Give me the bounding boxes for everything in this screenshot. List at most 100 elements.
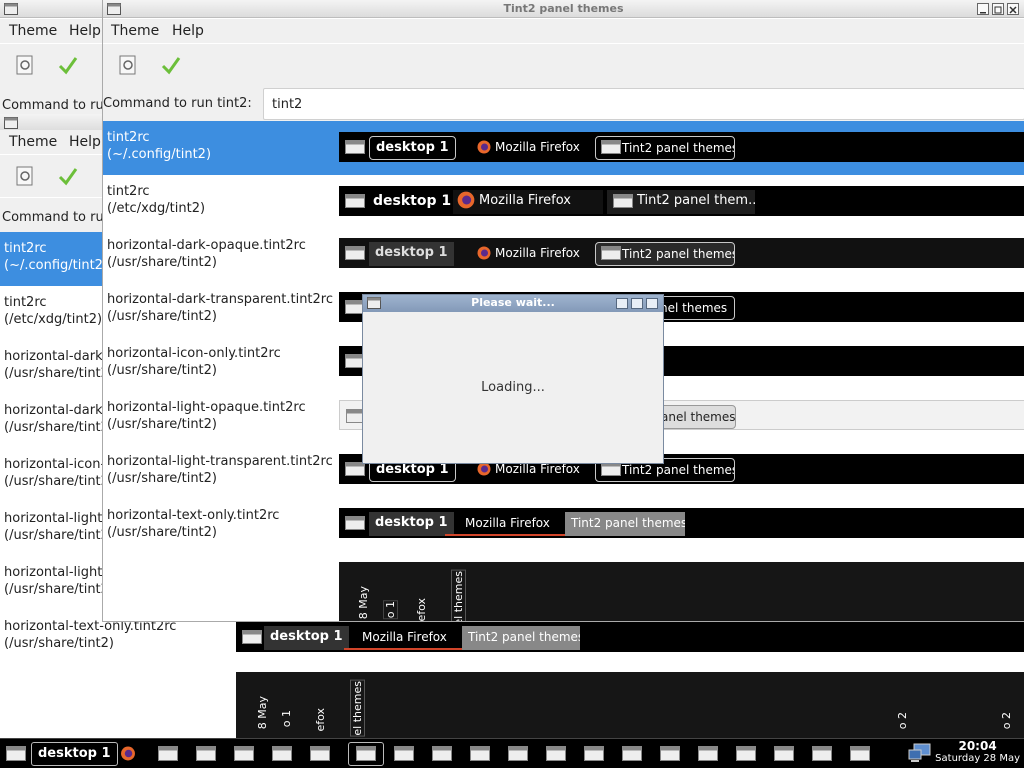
preview-vertical-themes: el themes [451, 570, 466, 621]
back2-menu-theme[interactable]: Theme [9, 134, 57, 150]
window-icon [345, 516, 365, 530]
menu-theme[interactable]: Theme [111, 23, 159, 39]
back-preview-vertical: 8 May o 1 efox el themes o 2 o 2 [236, 672, 1024, 738]
minimize-button[interactable] [977, 3, 989, 15]
window-icon[interactable] [812, 746, 832, 761]
back-preview-firefox: Mozilla Firefox [344, 626, 462, 650]
window-icon [345, 462, 365, 476]
clock-time: 20:04 [958, 739, 997, 753]
edit-theme-icon[interactable] [12, 163, 38, 189]
window-icon [345, 194, 365, 208]
preview-panel[interactable]: desktop 1 Mozilla Firefox Tint2 panel th… [339, 186, 1024, 216]
window-icon[interactable] [356, 746, 376, 761]
window-icon[interactable] [6, 746, 26, 761]
window-icon[interactable] [432, 746, 452, 761]
preview-desktop: desktop 1 [369, 136, 456, 160]
clock-date: Saturday 28 May [935, 753, 1020, 764]
preview-panel[interactable]: desktop 1 Mozilla Firefox Tint2 panel th… [339, 132, 1024, 162]
theme-list: tint2rc (~/.config/tint2) tint2rc (/etc/xd… [103, 121, 339, 621]
back-preview-text-only: desktop 1 Mozilla Firefox Tint2 panel th… [236, 622, 1024, 652]
minimize-icon [980, 12, 986, 14]
theme-list-item[interactable]: horizontal-light-transparent.tint2rc (/us… [103, 445, 339, 499]
window-icon[interactable] [158, 746, 178, 761]
checkmark-icon[interactable] [55, 52, 81, 78]
dialog-maximize-button[interactable] [631, 298, 643, 309]
window-icon[interactable] [234, 746, 254, 761]
theme-list-item[interactable]: horizontal-light-opaque.tint2rc (/usr/sha… [103, 391, 339, 445]
back-preview-desktop: desktop 1 [264, 626, 349, 650]
edit-theme-icon[interactable] [12, 52, 38, 78]
window-icon [242, 630, 262, 644]
dialog-close-button[interactable] [646, 298, 658, 309]
theme-list-item[interactable]: horizontal-icon-only.tint2rc (/usr/share/… [103, 337, 339, 391]
window-icon[interactable] [698, 746, 718, 761]
window-icon [345, 140, 365, 154]
back2-command-label: Command to run tint2: [2, 210, 110, 225]
window-icon[interactable] [660, 746, 680, 761]
window-icon[interactable] [546, 746, 566, 761]
theme-list-item[interactable]: horizontal-text-only.tint2rc (/usr/share/… [103, 499, 339, 553]
window-icon[interactable] [196, 746, 216, 761]
theme-list-item[interactable]: tint2rc (/etc/xdg/tint2) [103, 175, 339, 229]
window-icon[interactable] [622, 746, 642, 761]
window-title: Tint2 panel themes [503, 2, 624, 15]
clock[interactable]: 20:04 Saturday 28 May [935, 739, 1020, 764]
dialog-titlebar[interactable]: Please wait... [363, 295, 663, 312]
window-icon[interactable] [470, 746, 490, 761]
close-button[interactable] [1007, 3, 1019, 15]
back2-menu-help[interactable]: Help [69, 134, 101, 150]
checkmark-icon[interactable] [55, 163, 81, 189]
main-menubar: Theme Help [103, 19, 1024, 43]
preview-vertical-date: 8 May [357, 586, 370, 620]
maximize-icon [994, 6, 1002, 14]
window-icon [601, 246, 621, 260]
firefox-icon [477, 140, 491, 153]
theme-list-item[interactable]: horizontal-dark-transparent.tint2rc (/usr… [103, 283, 339, 337]
preview-vertical-firefox: efox [415, 598, 428, 622]
window-icon[interactable] [272, 746, 292, 761]
window-icon[interactable] [310, 746, 330, 761]
firefox-icon[interactable] [118, 746, 138, 761]
menu-help[interactable]: Help [172, 23, 204, 39]
preview-firefox: Mozilla Firefox [445, 512, 565, 536]
apply-theme-button[interactable] [158, 52, 184, 78]
dialog-minimize-button[interactable] [616, 298, 628, 309]
back-vertical-desk2: o 2 [896, 712, 909, 730]
window-icon[interactable] [394, 746, 414, 761]
preview-firefox: Mozilla Firefox [453, 190, 603, 214]
preview-themes-task: Tint2 panel themes [565, 512, 685, 536]
window-icon [601, 140, 621, 154]
close-icon [1009, 6, 1017, 14]
preview-panel[interactable]: desktop 1 Mozilla Firefox Tint2 panel th… [339, 508, 1024, 538]
window-icon [601, 462, 621, 476]
main-titlebar[interactable]: Tint2 panel themes [103, 0, 1024, 18]
back-menu-theme[interactable]: Theme [9, 23, 57, 39]
preview-vertical-panel[interactable]: 8 May o 1 efox el themes [339, 562, 1024, 622]
edit-theme-button[interactable] [115, 52, 141, 78]
preview-firefox: Mozilla Firefox [473, 242, 589, 266]
back-menu-help[interactable]: Help [69, 23, 101, 39]
window-icon[interactable] [508, 746, 528, 761]
back-vertical-desk: o 1 [280, 710, 293, 728]
command-input[interactable] [263, 88, 1024, 120]
back2-toolbar [0, 155, 110, 197]
window-icon [613, 194, 633, 208]
window-icon[interactable] [774, 746, 794, 761]
window-icon[interactable] [850, 746, 870, 761]
network-icon[interactable] [908, 743, 932, 763]
dialog-message: Loading... [481, 380, 545, 395]
window-icon[interactable] [584, 746, 604, 761]
firefox-icon [477, 246, 491, 259]
command-label: Command to run tint2: [103, 96, 252, 111]
theme-list-item[interactable]: tint2rc (~/.config/tint2) [103, 121, 339, 175]
maximize-button[interactable] [992, 3, 1004, 15]
back2-menubar: Theme Help [0, 130, 110, 154]
back-window-titlebar[interactable] [0, 0, 110, 18]
checkmark-icon [161, 57, 181, 75]
preview-desktop: desktop 1 [369, 512, 454, 536]
theme-list-item[interactable]: horizontal-dark-opaque.tint2rc (/usr/shar… [103, 229, 339, 283]
window-icon[interactable] [736, 746, 756, 761]
preview-panel[interactable]: desktop 1 Mozilla Firefox Tint2 panel th… [339, 238, 1024, 268]
taskbar-desktop[interactable]: desktop 1 [31, 742, 118, 766]
window-icon [4, 3, 18, 15]
